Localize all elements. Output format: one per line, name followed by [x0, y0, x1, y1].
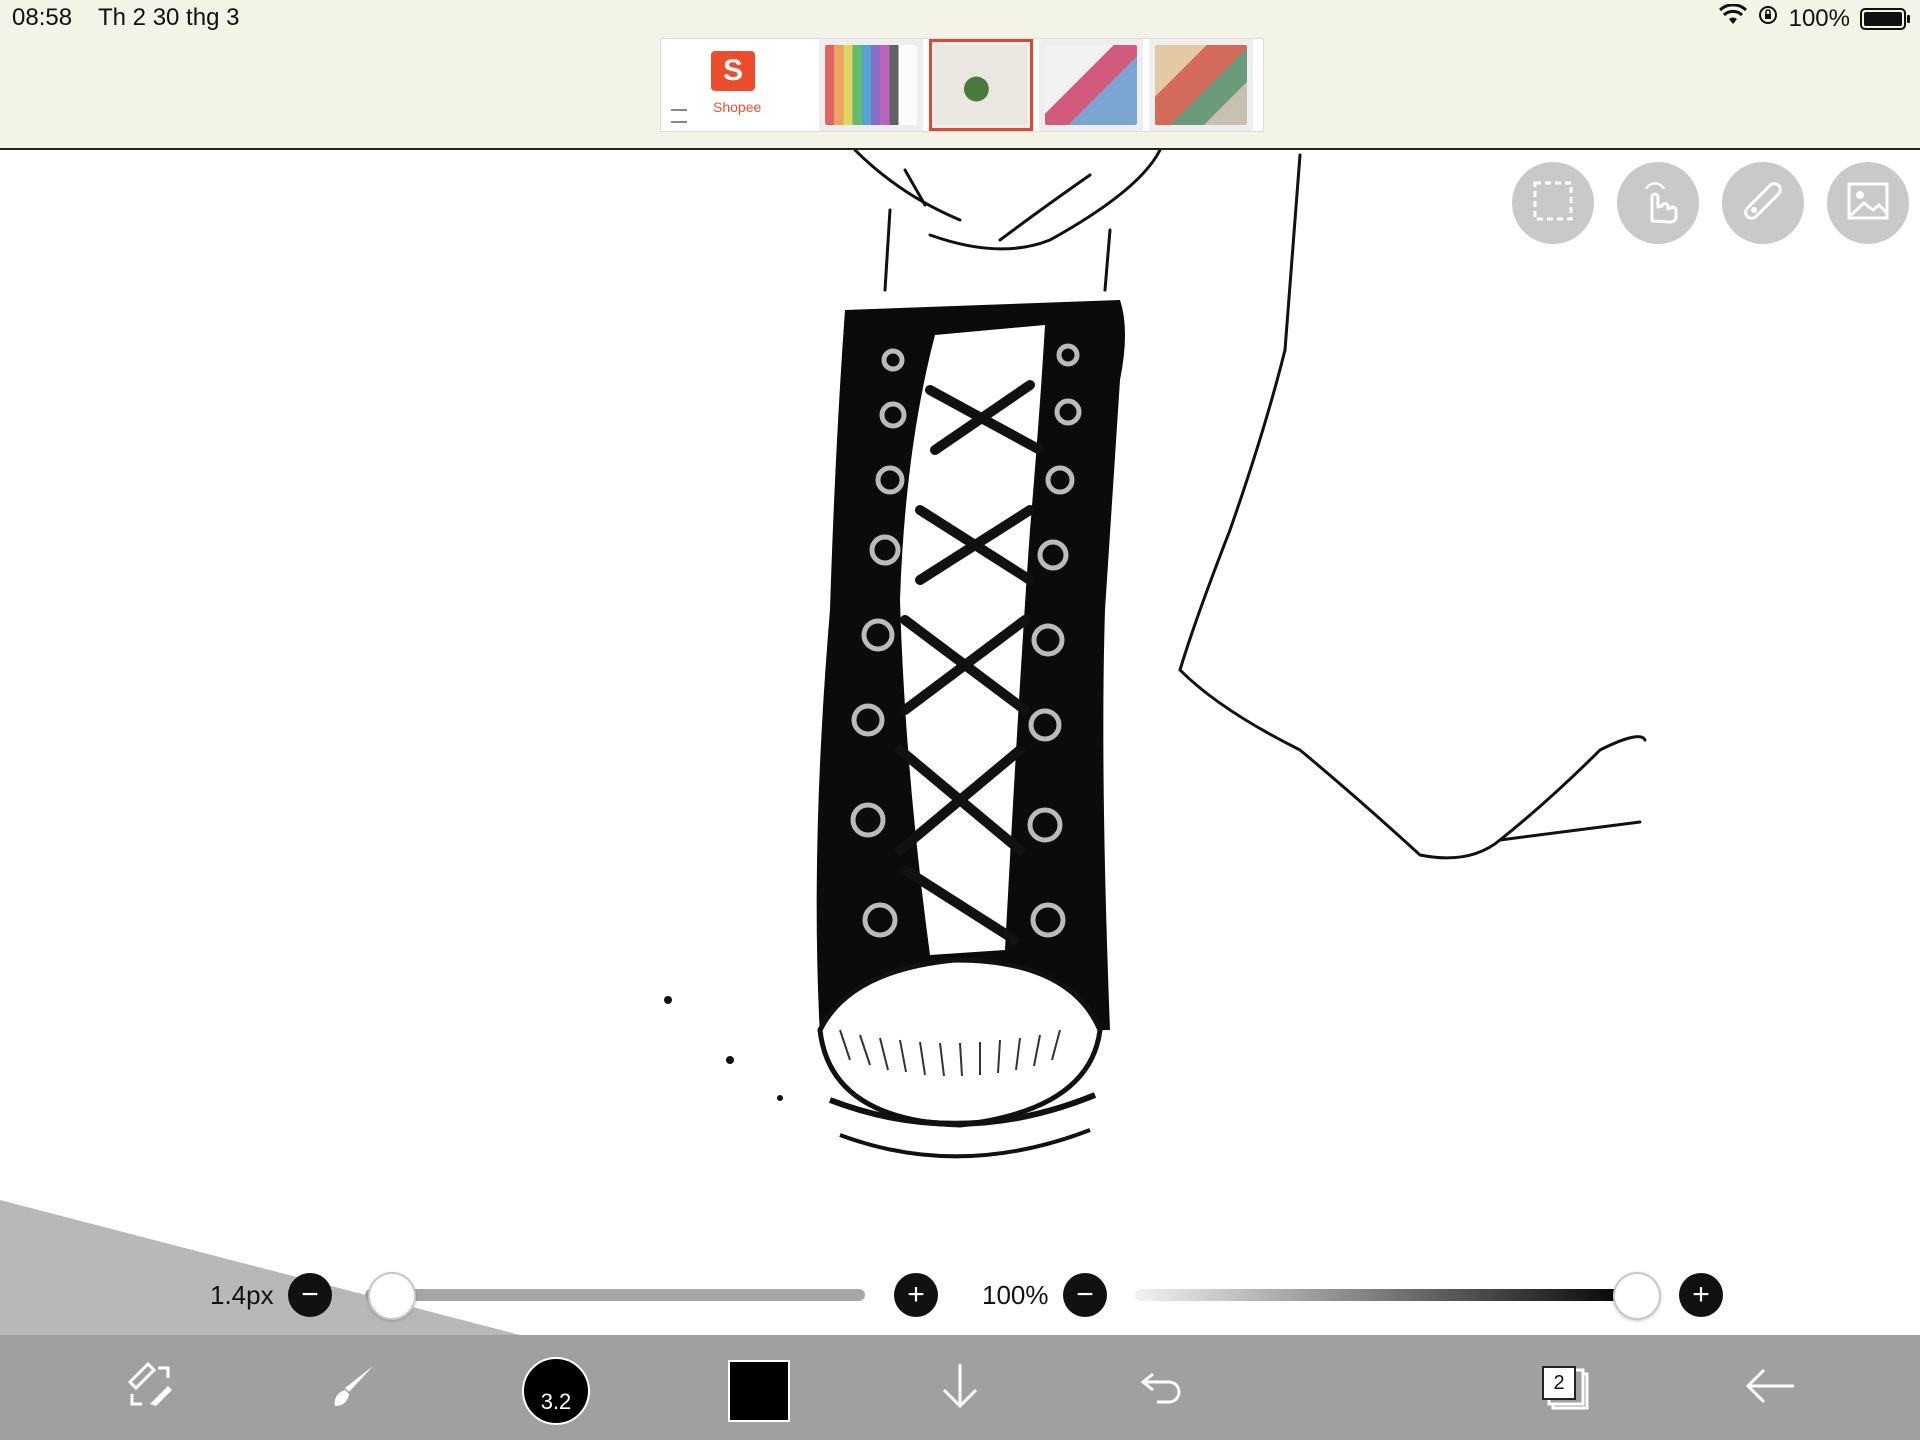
brush-button[interactable] [318, 1353, 388, 1423]
shopee-logo-icon: S [711, 51, 755, 91]
ad-thumb-1[interactable] [819, 39, 923, 131]
color-swatch[interactable] [728, 1360, 790, 1422]
plus-icon: + [907, 1278, 925, 1311]
ad-menu-icon[interactable] [671, 109, 687, 123]
ruler-icon [1739, 177, 1787, 230]
top-bar: 08:58 Th 2 30 thg 3 100% S Shopee [0, 0, 1920, 150]
brush-size-knob[interactable] [368, 1272, 416, 1320]
gesture-icon [1636, 177, 1680, 230]
status-date: Th 2 30 thg 3 [98, 4, 240, 31]
opacity-label: 100% [982, 1280, 1049, 1310]
ad-thumb-2[interactable] [929, 39, 1033, 131]
download-button[interactable] [925, 1353, 995, 1423]
image-icon [1846, 179, 1890, 228]
opacity-increase-button[interactable]: + [1679, 1273, 1723, 1317]
size-decrease-button[interactable]: − [288, 1273, 332, 1317]
shopee-ad[interactable]: S Shopee [663, 39, 813, 131]
wifi-icon [1718, 3, 1747, 33]
selection-tool-button[interactable] [1512, 162, 1594, 244]
bottom-toolbar [0, 1335, 1920, 1440]
boot-sketch [664, 150, 1647, 1159]
undo-icon [1137, 1360, 1189, 1417]
shopee-label: Shopee [713, 99, 762, 115]
status-right: 100% [1718, 3, 1910, 33]
orientation-lock-icon [1757, 4, 1779, 33]
transform-button[interactable] [115, 1353, 185, 1423]
battery-percent: 100% [1788, 4, 1850, 32]
size-increase-button[interactable]: + [894, 1273, 938, 1317]
gesture-tool-button[interactable] [1617, 162, 1699, 244]
brush-size-label: 1.4px [210, 1280, 274, 1310]
transform-icon [124, 1360, 176, 1417]
plus-icon: + [1692, 1278, 1710, 1311]
opacity-knob[interactable] [1613, 1272, 1661, 1320]
opacity-slider[interactable] [1135, 1289, 1635, 1301]
brush-size-slider[interactable] [365, 1289, 865, 1301]
brush-icon [327, 1360, 379, 1417]
panel-wedge [0, 1200, 520, 1335]
download-icon [934, 1360, 986, 1417]
selection-icon [1531, 179, 1575, 228]
reference-image-button[interactable] [1827, 162, 1909, 244]
undo-button[interactable] [1128, 1353, 1198, 1423]
battery-icon [1860, 7, 1910, 30]
minus-icon: − [301, 1278, 319, 1311]
back-icon [1742, 1358, 1798, 1419]
ad-thumb-3[interactable] [1039, 39, 1143, 131]
status-time: 08:58 [12, 4, 73, 31]
opacity-decrease-button[interactable]: − [1063, 1273, 1107, 1317]
ad-banner[interactable]: S Shopee [660, 38, 1264, 132]
ruler-tool-button[interactable] [1722, 162, 1804, 244]
minus-icon: − [1076, 1278, 1094, 1311]
ad-thumb-4[interactable] [1149, 39, 1253, 131]
drawing-canvas[interactable] [0, 150, 1920, 1335]
layer-count-badge: 2 [1542, 1366, 1576, 1400]
brush-size-indicator[interactable]: 3.2 [522, 1357, 590, 1425]
back-button[interactable] [1735, 1353, 1805, 1423]
